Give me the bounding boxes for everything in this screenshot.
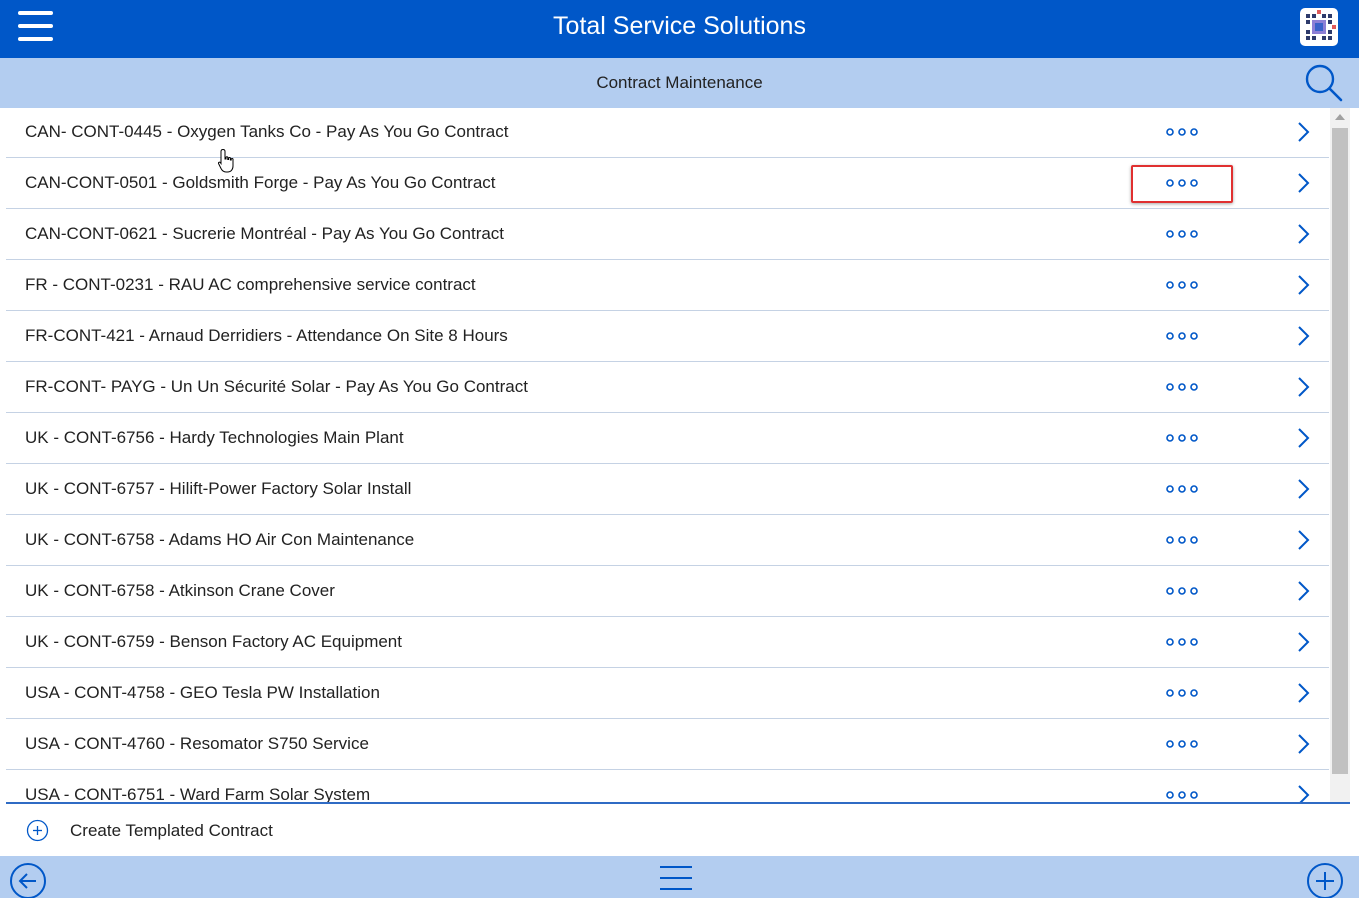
more-options-icon[interactable] bbox=[1156, 373, 1208, 401]
contract-label: CAN-CONT-0501 - Goldsmith Forge - Pay As… bbox=[25, 173, 496, 192]
more-options-icon[interactable] bbox=[1156, 424, 1208, 452]
create-templated-contract-label: Create Templated Contract bbox=[70, 821, 273, 840]
more-options-icon[interactable] bbox=[1156, 577, 1208, 605]
sub-header: Contract Maintenance bbox=[0, 58, 1359, 108]
search-icon[interactable] bbox=[1303, 62, 1345, 104]
contract-label: UK - CONT-6758 - Atkinson Crane Cover bbox=[25, 581, 335, 600]
list-item[interactable]: USA - CONT-4758 - GEO Tesla PW Installat… bbox=[6, 668, 1329, 719]
chevron-right-icon[interactable] bbox=[1294, 171, 1314, 195]
list-item[interactable]: FR-CONT-421 - Arnaud Derridiers - Attend… bbox=[6, 311, 1329, 362]
contract-label: CAN- CONT-0445 - Oxygen Tanks Co - Pay A… bbox=[25, 122, 509, 141]
list-item[interactable]: UK - CONT-6756 - Hardy Technologies Main… bbox=[6, 413, 1329, 464]
app-title: Total Service Solutions bbox=[553, 12, 806, 40]
app-header: Total Service Solutions bbox=[0, 0, 1359, 58]
chevron-right-icon[interactable] bbox=[1294, 375, 1314, 399]
list-item[interactable]: UK - CONT-6759 - Benson Factory AC Equip… bbox=[6, 617, 1329, 668]
contract-label: FR-CONT-421 - Arnaud Derridiers - Attend… bbox=[25, 326, 508, 345]
more-options-icon[interactable] bbox=[1156, 271, 1208, 299]
list-item[interactable]: FR-CONT- PAYG - Un Un Sécurité Solar - P… bbox=[6, 362, 1329, 413]
contract-label: UK - CONT-6757 - Hilift-Power Factory So… bbox=[25, 479, 412, 498]
scroll-up-arrow-icon[interactable] bbox=[1335, 114, 1345, 120]
more-options-icon[interactable] bbox=[1156, 781, 1208, 803]
chevron-right-icon[interactable] bbox=[1294, 681, 1314, 705]
more-options-icon[interactable] bbox=[1156, 628, 1208, 656]
more-options-icon[interactable] bbox=[1156, 322, 1208, 350]
add-circle-icon[interactable] bbox=[1306, 862, 1344, 898]
contract-list: CAN- CONT-0445 - Oxygen Tanks Co - Pay A… bbox=[6, 107, 1329, 803]
chevron-right-icon[interactable] bbox=[1294, 222, 1314, 246]
chevron-right-icon[interactable] bbox=[1294, 783, 1314, 803]
app-logo-icon[interactable] bbox=[1300, 8, 1338, 46]
list-divider bbox=[6, 802, 1350, 804]
page-title: Contract Maintenance bbox=[596, 73, 763, 92]
contract-label: FR-CONT- PAYG - Un Un Sécurité Solar - P… bbox=[25, 377, 528, 396]
chevron-right-icon[interactable] bbox=[1294, 732, 1314, 756]
chevron-right-icon[interactable] bbox=[1294, 273, 1314, 297]
list-item[interactable]: CAN-CONT-0621 - Sucrerie Montréal - Pay … bbox=[6, 209, 1329, 260]
contract-label: USA - CONT-4758 - GEO Tesla PW Installat… bbox=[25, 683, 380, 702]
contract-label: UK - CONT-6756 - Hardy Technologies Main… bbox=[25, 428, 404, 447]
list-item[interactable]: USA - CONT-6751 - Ward Farm Solar System bbox=[6, 770, 1329, 803]
list-menu-icon[interactable] bbox=[659, 864, 693, 898]
more-options-icon[interactable] bbox=[1156, 169, 1208, 197]
chevron-right-icon[interactable] bbox=[1294, 477, 1314, 501]
more-options-icon[interactable] bbox=[1156, 475, 1208, 503]
list-item[interactable]: CAN-CONT-0501 - Goldsmith Forge - Pay As… bbox=[6, 158, 1329, 209]
list-item[interactable]: UK - CONT-6757 - Hilift-Power Factory So… bbox=[6, 464, 1329, 515]
more-options-icon[interactable] bbox=[1156, 679, 1208, 707]
contract-label: CAN-CONT-0621 - Sucrerie Montréal - Pay … bbox=[25, 224, 505, 243]
more-options-icon[interactable] bbox=[1156, 730, 1208, 758]
list-item[interactable]: FR - CONT-0231 - RAU AC comprehensive se… bbox=[6, 260, 1329, 311]
chevron-right-icon[interactable] bbox=[1294, 579, 1314, 603]
plus-circle-icon bbox=[26, 819, 49, 847]
scrollbar-thumb[interactable] bbox=[1332, 128, 1348, 774]
chevron-right-icon[interactable] bbox=[1294, 426, 1314, 450]
contract-label: USA - CONT-6751 - Ward Farm Solar System bbox=[25, 785, 371, 803]
chevron-right-icon[interactable] bbox=[1294, 120, 1314, 144]
create-templated-contract-button[interactable]: Create Templated Contract bbox=[0, 806, 1359, 856]
list-item[interactable]: UK - CONT-6758 - Atkinson Crane Cover bbox=[6, 566, 1329, 617]
more-options-icon[interactable] bbox=[1156, 118, 1208, 146]
list-item[interactable]: USA - CONT-4760 - Resomator S750 Service bbox=[6, 719, 1329, 770]
contract-label: USA - CONT-4760 - Resomator S750 Service bbox=[25, 734, 369, 753]
list-item[interactable]: CAN- CONT-0445 - Oxygen Tanks Co - Pay A… bbox=[6, 107, 1329, 158]
list-item[interactable]: UK - CONT-6758 - Adams HO Air Con Mainte… bbox=[6, 515, 1329, 566]
contract-label: FR - CONT-0231 - RAU AC comprehensive se… bbox=[25, 275, 476, 294]
bottom-toolbar bbox=[0, 856, 1359, 898]
chevron-right-icon[interactable] bbox=[1294, 528, 1314, 552]
chevron-right-icon[interactable] bbox=[1294, 324, 1314, 348]
back-arrow-icon[interactable] bbox=[9, 862, 47, 898]
contract-label: UK - CONT-6759 - Benson Factory AC Equip… bbox=[25, 632, 402, 651]
more-options-icon[interactable] bbox=[1156, 220, 1208, 248]
contract-label: UK - CONT-6758 - Adams HO Air Con Mainte… bbox=[25, 530, 415, 549]
more-options-icon[interactable] bbox=[1156, 526, 1208, 554]
chevron-right-icon[interactable] bbox=[1294, 630, 1314, 654]
